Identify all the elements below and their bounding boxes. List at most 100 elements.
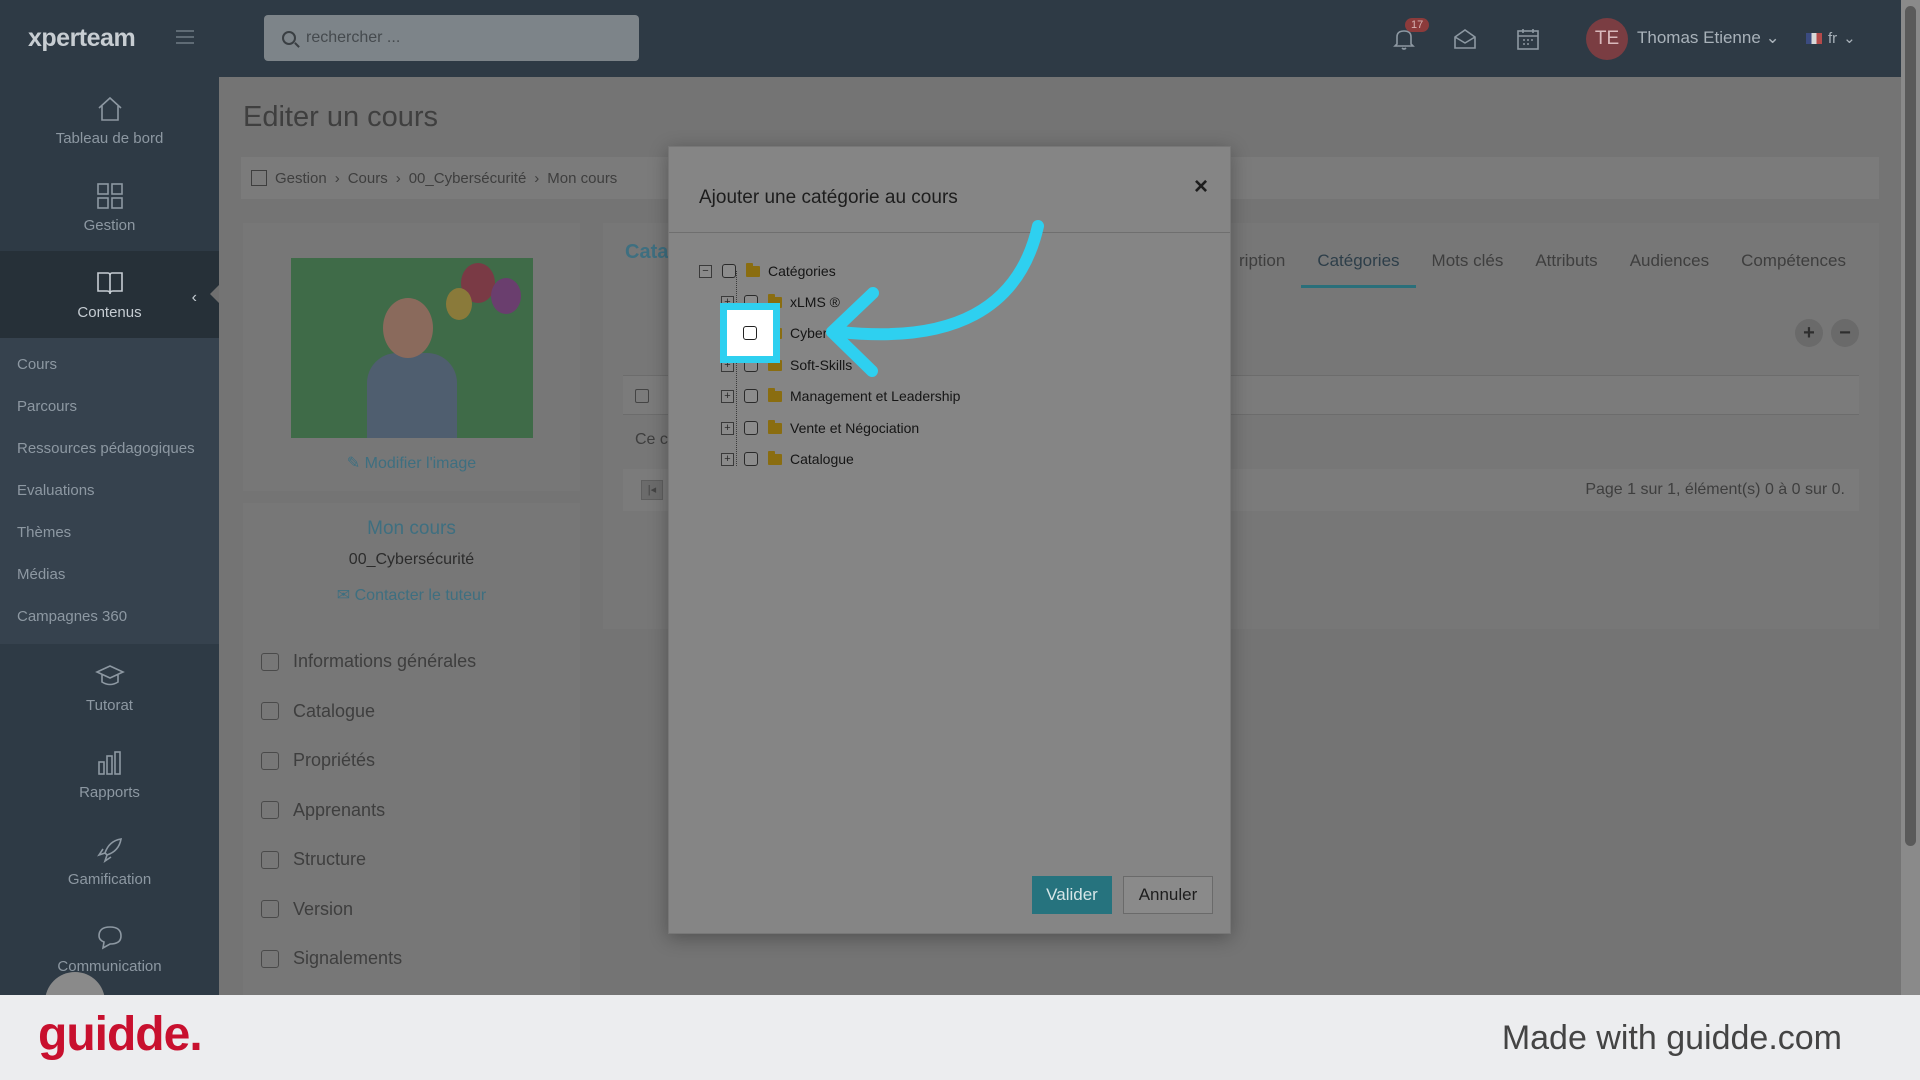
edit-image-link[interactable]: ✎ Modifier l'image <box>243 453 580 473</box>
rocket-icon <box>96 838 122 863</box>
nav-label: Gamification <box>67 871 152 888</box>
tab-categories[interactable]: Catégories <box>1301 243 1416 288</box>
nav-contenus[interactable]: Contenus ‹ <box>0 251 219 338</box>
contact-tutor-link[interactable]: ✉ Contacter le tuteur <box>243 585 580 605</box>
tab-competences[interactable]: Compétences <box>1725 243 1862 288</box>
tree-checkbox[interactable] <box>722 264 736 278</box>
edit-image-label: Modifier l'image <box>364 455 477 472</box>
course-category: 00_Cybersécurité <box>348 551 475 568</box>
highlight-box <box>720 303 780 363</box>
menu-item-label: Signalements <box>293 948 403 969</box>
guidde-logo[interactable]: guidde. <box>38 1007 203 1062</box>
nav-tutorat[interactable]: Tutorat <box>0 644 219 731</box>
menu-item-informations[interactable]: Informations générales <box>261 637 476 687</box>
active-indicator <box>210 284 219 304</box>
tab-description[interactable]: ription <box>1223 243 1301 288</box>
user-name: Thomas Etienne <box>1637 28 1761 47</box>
scrollbar-thumb[interactable] <box>1905 6 1916 846</box>
scrollbar[interactable] <box>1901 0 1920 995</box>
breadcrumb-item[interactable]: Gestion <box>275 170 327 187</box>
cyber-checkbox[interactable] <box>743 326 757 340</box>
submenu-item-cours[interactable]: Cours <box>0 344 219 386</box>
sitemap-icon <box>261 850 279 869</box>
users-icon <box>261 801 279 820</box>
menu-item-catalogue[interactable]: Catalogue <box>261 687 476 737</box>
tree-checkbox[interactable] <box>744 389 758 403</box>
course-name: Mon cours <box>367 518 456 539</box>
notifications-button[interactable]: 17 <box>1391 18 1430 52</box>
collapse-arrow-icon[interactable]: ‹ <box>192 289 197 307</box>
remove-button[interactable]: − <box>1831 319 1859 347</box>
close-icon[interactable]: × <box>1194 173 1208 201</box>
tree-checkbox[interactable] <box>744 452 758 466</box>
breadcrumb-item[interactable]: Cours <box>348 170 388 187</box>
breadcrumb-separator: › <box>534 169 540 187</box>
submenu-item-medias[interactable]: Médias <box>0 554 219 596</box>
nav-label: Tutorat <box>86 697 133 714</box>
nav-communication[interactable]: Communication <box>0 905 219 992</box>
nav-gestion[interactable]: Gestion <box>0 164 219 251</box>
flag-icon <box>1806 32 1822 44</box>
submenu-item-parcours[interactable]: Parcours <box>0 386 219 428</box>
course-menu: Informations générales Catalogue Proprié… <box>261 637 476 984</box>
collapse-icon[interactable]: − <box>699 264 712 278</box>
search-placeholder: rechercher ... <box>306 29 401 46</box>
calendar-icon <box>1517 29 1539 50</box>
submenu-item-evaluations[interactable]: Evaluations <box>0 470 219 512</box>
menu-item-structure[interactable]: Structure <box>261 835 476 885</box>
nav-tableau-de-bord[interactable]: Tableau de bord <box>0 77 219 164</box>
nav-rapports[interactable]: Rapports <box>0 731 219 818</box>
menu-item-signalements[interactable]: Signalements <box>261 934 476 984</box>
person-body-shape <box>367 353 457 438</box>
breadcrumb-item[interactable]: 00_Cybersécurité <box>409 170 527 187</box>
topbar: rechercher ... 17 TE Thomas Etienne ⌄ fr… <box>219 0 1920 77</box>
submenu-item-campagnes[interactable]: Campagnes 360 <box>0 596 219 638</box>
tree-node-label: Management et Leadership <box>790 388 961 404</box>
tree-node: + Management et Leadership <box>721 382 960 410</box>
tree-node: + Catalogue <box>721 445 854 473</box>
submenu-item-ressources[interactable]: Ressources pédagogiques <box>0 428 219 470</box>
cancel-button[interactable]: Annuler <box>1123 876 1213 914</box>
expand-icon[interactable]: + <box>721 421 734 435</box>
hamburger-menu-icon[interactable] <box>176 30 194 44</box>
inbox-button[interactable] <box>1452 26 1478 52</box>
expand-icon[interactable]: + <box>721 389 734 403</box>
menu-item-proprietes[interactable]: Propriétés <box>261 736 476 786</box>
breadcrumb-separator: › <box>334 169 340 187</box>
select-all-checkbox[interactable] <box>635 389 649 403</box>
person-face-shape <box>383 298 433 358</box>
language-selector[interactable]: fr ⌄ <box>1806 29 1856 47</box>
avatar[interactable]: TE <box>1586 18 1628 60</box>
panel-title: Cata <box>625 241 669 263</box>
chat-icon <box>97 926 122 950</box>
menu-item-apprenants[interactable]: Apprenants <box>261 786 476 836</box>
first-page-button[interactable]: |◂ <box>641 480 663 500</box>
home-icon <box>97 96 122 121</box>
highlight-inner <box>727 310 773 356</box>
grid-empty-message: Ce c <box>635 431 668 448</box>
tab-audiences[interactable]: Audiences <box>1614 243 1725 288</box>
validate-button[interactable]: Valider <box>1032 876 1112 914</box>
balloon-shape <box>446 288 472 320</box>
nav-gamification[interactable]: Gamification <box>0 818 219 905</box>
expand-icon[interactable]: + <box>721 452 734 466</box>
guidde-footer: guidde. Made with guidde.com <box>0 995 1920 1080</box>
menu-item-version[interactable]: Version <box>261 885 476 935</box>
chevron-down-icon: ⌄ <box>1843 30 1856 47</box>
tree-node-label: Catégories <box>768 263 836 279</box>
tab-mots-cles[interactable]: Mots clés <box>1416 243 1520 288</box>
add-button[interactable]: + <box>1795 319 1823 347</box>
folder-icon <box>768 387 782 402</box>
user-menu[interactable]: Thomas Etienne ⌄ <box>1637 28 1780 48</box>
menu-item-label: Catalogue <box>293 700 376 721</box>
submenu-item-themes[interactable]: Thèmes <box>0 512 219 554</box>
sidebar: xperteam Tableau de bord Gestion Contenu… <box>0 0 219 995</box>
tree-checkbox[interactable] <box>744 421 758 435</box>
tree-node-label: Vente et Négociation <box>790 420 920 436</box>
notification-badge: 17 <box>1405 18 1430 32</box>
folder-icon <box>768 419 782 434</box>
search-input[interactable]: rechercher ... <box>264 15 639 61</box>
tab-attributs[interactable]: Attributs <box>1519 243 1613 288</box>
calendar-button[interactable] <box>1515 26 1541 52</box>
divider <box>669 232 1230 233</box>
